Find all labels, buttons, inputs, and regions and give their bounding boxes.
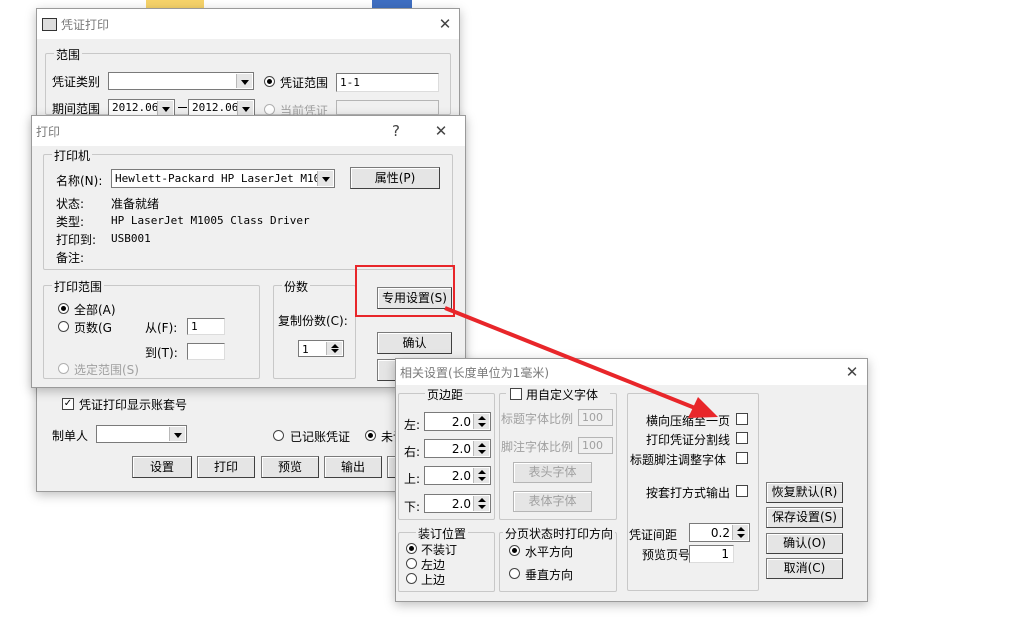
annotation-arrow [444,306,718,418]
